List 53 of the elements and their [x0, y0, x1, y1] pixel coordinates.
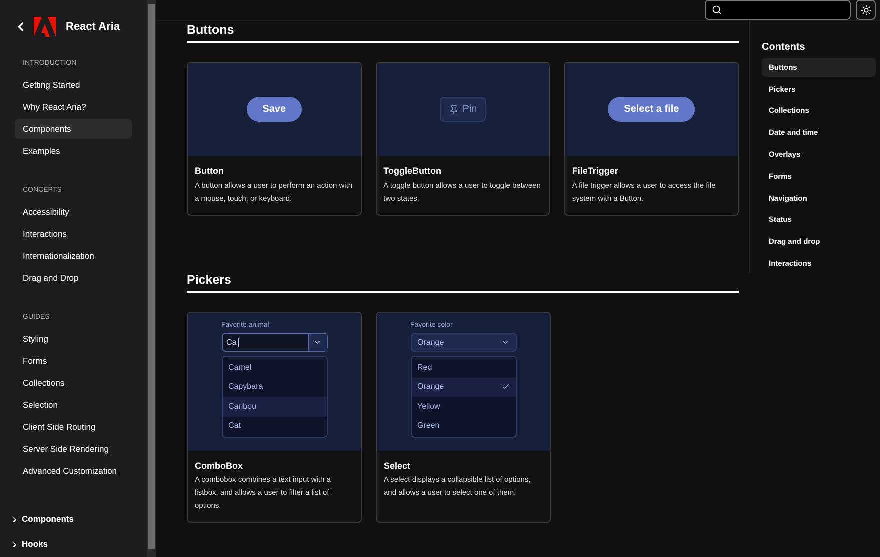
nav-item[interactable]: Examples [15, 141, 132, 161]
nav-item[interactable]: Styling [15, 329, 132, 349]
combobox-input[interactable]: Ca [222, 334, 308, 351]
sun-icon [860, 4, 872, 16]
chevron-icon [313, 338, 322, 347]
card-title: ToggleButton [384, 165, 442, 178]
chevron-icon [11, 540, 19, 548]
app-title: React Aria [66, 20, 120, 35]
list-option[interactable]: Cat [222, 416, 326, 436]
check-icon [502, 383, 510, 392]
scrollbar[interactable] [147, 0, 156, 557]
nav-item[interactable]: Client Side Routing [15, 417, 132, 437]
contents-title: Contents [762, 41, 806, 55]
nav-item[interactable]: Advanced Customization [15, 461, 132, 481]
list-option[interactable]: Capybara [222, 378, 326, 397]
search-icon [712, 5, 722, 15]
nav-item[interactable]: Collections [15, 373, 132, 393]
pin-icon [448, 104, 459, 114]
toggle-button[interactable]: Pin [440, 97, 486, 122]
chevron-icon [11, 516, 19, 524]
logo-icon [34, 17, 56, 37]
section-heading: Pickers [187, 272, 232, 288]
nav-item[interactable]: Internationalization [15, 246, 132, 266]
dropdown-button[interactable] [308, 334, 326, 351]
list-option[interactable]: Green [412, 416, 516, 436]
nav-item[interactable]: Drag and Drop [15, 268, 132, 288]
combobox-field[interactable]: Ca [222, 333, 328, 352]
list-option[interactable]: Yellow [412, 397, 516, 416]
demo-button[interactable]: Save [246, 97, 302, 122]
chevron-icon [500, 338, 510, 347]
select-field[interactable]: Orange [410, 333, 516, 352]
nav-item[interactable]: Interactions [15, 224, 132, 244]
section-heading: Buttons [187, 22, 236, 39]
card-title: ComboBox [195, 460, 244, 472]
nav-item[interactable]: Why React Aria? [15, 97, 132, 117]
card-title: Button [195, 165, 225, 178]
nav-group[interactable]: Hooks [0, 532, 147, 557]
card-title: FileTrigger [572, 165, 620, 178]
card-title: Select [384, 460, 412, 472]
nav-item[interactable]: Forms [15, 351, 132, 371]
list-option[interactable]: Caribou [222, 397, 326, 416]
list-option[interactable]: Red [412, 358, 516, 378]
search-field[interactable] [705, 0, 851, 20]
nav-item[interactable]: Getting Started [15, 75, 132, 95]
theme-toggle[interactable] [856, 0, 876, 20]
nav-item[interactable]: Components [15, 119, 132, 139]
nav-item[interactable]: Accessibility [15, 202, 132, 222]
nav-item[interactable]: Server Side Rendering [15, 439, 132, 459]
nav-group[interactable]: Components [0, 507, 147, 532]
nav-item[interactable]: Selection [15, 395, 132, 415]
list-option[interactable]: Orange [412, 378, 516, 397]
demo-button[interactable]: Select a file [608, 97, 696, 122]
list-option[interactable]: Camel [222, 358, 326, 378]
